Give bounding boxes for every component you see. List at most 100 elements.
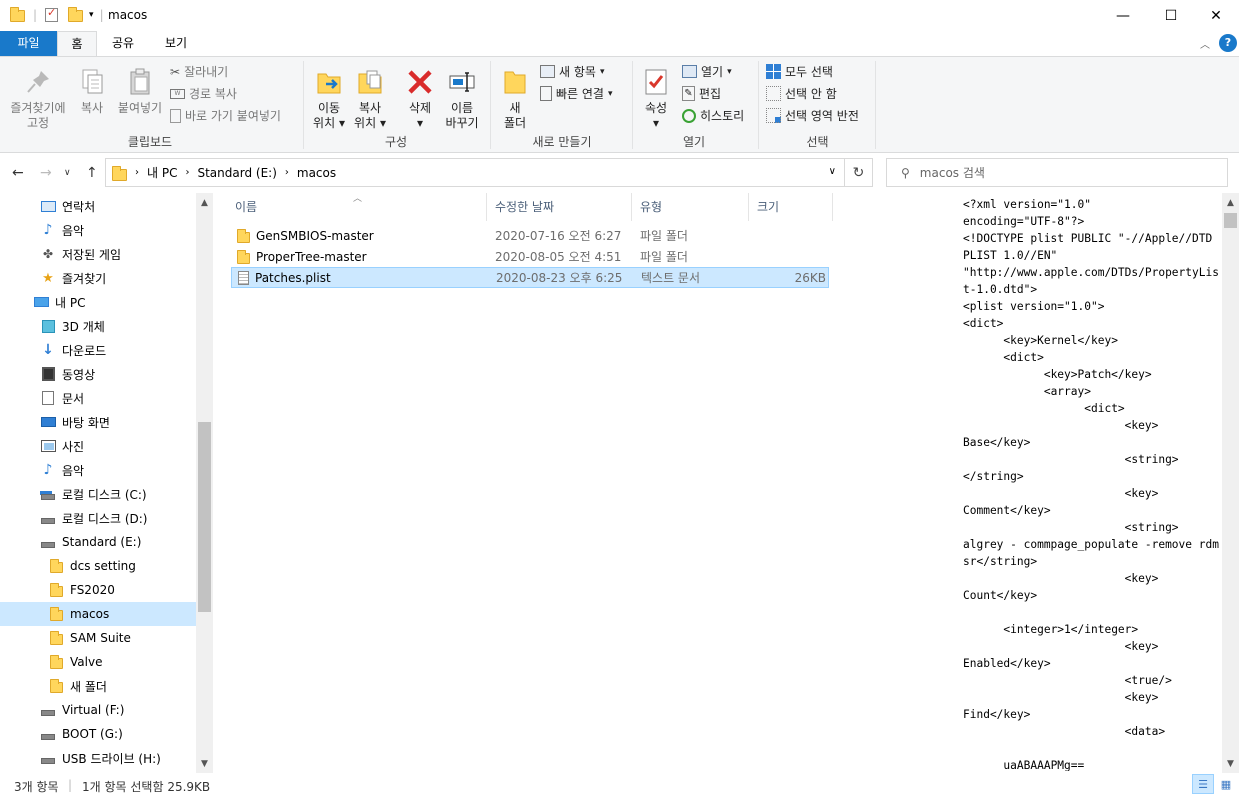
scroll-up-arrow-icon[interactable]: ▲ bbox=[1222, 198, 1239, 208]
nav-item[interactable]: 새 폴더 bbox=[0, 674, 196, 698]
breadcrumb-macos[interactable]: macos bbox=[297, 166, 336, 180]
nav-item[interactable]: dcs setting bbox=[0, 554, 196, 578]
cut-button[interactable]: ✂ 잘라내기 bbox=[170, 63, 228, 80]
tab-view[interactable]: 보기 bbox=[156, 31, 196, 56]
up-arrow-icon[interactable]: ↑ bbox=[86, 165, 98, 181]
search-input[interactable]: ⚲ macos 검색 bbox=[886, 158, 1228, 187]
scrollbar-thumb[interactable] bbox=[1224, 213, 1237, 228]
nav-item[interactable]: 내 PC bbox=[0, 290, 196, 314]
nav-item-label: dcs setting bbox=[70, 559, 136, 573]
nav-item[interactable]: macos bbox=[0, 602, 196, 626]
new-folder-button[interactable]: 새 폴더 bbox=[497, 67, 533, 131]
nav-item[interactable]: 바탕 화면 bbox=[0, 410, 196, 434]
properties-quick-icon[interactable]: ✓ bbox=[45, 6, 59, 22]
close-button[interactable]: ✕ bbox=[1193, 0, 1239, 31]
nav-item[interactable]: ★ 즐겨찾기 bbox=[0, 266, 196, 290]
easy-access-button[interactable]: 빠른 연결 ▾ bbox=[540, 85, 613, 102]
nav-item[interactable]: 사진 bbox=[0, 434, 196, 458]
navigation-scrollbar[interactable]: ▲ ▼ bbox=[196, 193, 213, 773]
file-type: 파일 폴더 bbox=[640, 250, 688, 264]
preview-pane: <?xml version="1.0" encoding="UTF-8"?> <… bbox=[953, 193, 1239, 773]
select-group-title: 선택 bbox=[806, 135, 829, 149]
tab-share[interactable]: 공유 bbox=[103, 31, 143, 56]
tab-home[interactable]: 홈 bbox=[57, 31, 97, 57]
file-row[interactable]: GenSMBIOS-master 2020-07-16 오전 6:27 파일 폴더 bbox=[231, 225, 829, 246]
paste-button[interactable]: 붙여넣기 bbox=[114, 67, 166, 116]
nav-item[interactable]: ✤ 저장된 게임 bbox=[0, 242, 196, 266]
nav-item[interactable]: 3D 개체 bbox=[0, 314, 196, 338]
delete-button[interactable]: 삭제 ▾ bbox=[400, 67, 440, 131]
recent-locations-chevron-icon[interactable]: ∨ bbox=[64, 168, 71, 178]
file-date: 2020-07-16 오전 6:27 bbox=[495, 229, 622, 243]
nav-item[interactable]: 로컬 디스크 (C:) bbox=[0, 482, 196, 506]
copy-to-button[interactable]: 복사 위치 ▾ bbox=[352, 67, 388, 131]
nav-item[interactable]: FS2020 bbox=[0, 578, 196, 602]
breadcrumb-separator: › bbox=[135, 167, 139, 178]
properties-button[interactable]: 속성 ▾ bbox=[638, 67, 674, 131]
file-row[interactable]: ProperTree-master 2020-08-05 오전 4:51 파일 폴더 bbox=[231, 246, 829, 267]
videos-icon bbox=[40, 366, 56, 382]
nav-item[interactable]: Valve bbox=[0, 650, 196, 674]
details-view-icon[interactable]: ☰ bbox=[1192, 774, 1214, 794]
maximize-button[interactable]: ☐ bbox=[1148, 0, 1194, 31]
rename-button[interactable]: 이름 바꾸기 bbox=[442, 67, 482, 131]
nav-item[interactable]: ♪ 음악 bbox=[0, 458, 196, 482]
open-button[interactable]: 열기 ▾ bbox=[682, 63, 732, 80]
column-header-size[interactable]: 크기 bbox=[749, 193, 833, 221]
pin-to-quick-access-button[interactable]: 즐겨찾기에 고정 bbox=[4, 67, 72, 131]
customize-quick-access-icon[interactable]: ▾ bbox=[89, 10, 94, 20]
new-folder-quick-icon[interactable] bbox=[68, 7, 84, 22]
quick-access-toolbar: | ✓ ▾ | bbox=[10, 6, 104, 22]
back-arrow-icon[interactable]: ← bbox=[12, 165, 24, 181]
copy-button[interactable]: 복사 bbox=[74, 67, 110, 116]
help-icon[interactable]: ? bbox=[1219, 34, 1237, 52]
nav-item[interactable]: Virtual (F:) bbox=[0, 698, 196, 722]
scroll-up-arrow-icon[interactable]: ▲ bbox=[196, 198, 213, 208]
nav-item[interactable]: 문서 bbox=[0, 386, 196, 410]
nav-item[interactable]: ♪ 음악 bbox=[0, 218, 196, 242]
nav-item[interactable]: 로컬 디스크 (D:) bbox=[0, 506, 196, 530]
scroll-down-arrow-icon[interactable]: ▼ bbox=[1222, 759, 1239, 769]
minimize-button[interactable]: — bbox=[1100, 0, 1146, 31]
breadcrumb-this-pc[interactable]: 내 PC bbox=[147, 164, 177, 181]
collapse-ribbon-icon[interactable]: ︿ bbox=[1200, 36, 1210, 51]
nav-item[interactable]: SAM Suite bbox=[0, 626, 196, 650]
move-to-button[interactable]: 이동 위치 ▾ bbox=[308, 67, 350, 131]
nav-item[interactable]: ↓ 다운로드 bbox=[0, 338, 196, 362]
copy-path-icon: W bbox=[170, 88, 185, 99]
address-dropdown-chevron-icon[interactable]: ∨ bbox=[829, 166, 836, 177]
nav-item[interactable]: Standard (E:) bbox=[0, 530, 196, 554]
history-button[interactable]: 히스토리 bbox=[682, 107, 744, 124]
invert-selection-button[interactable]: 선택 영역 반전 bbox=[766, 107, 859, 124]
paste-shortcut-button[interactable]: 바로 가기 붙여넣기 bbox=[170, 107, 281, 124]
preview-scrollbar[interactable]: ▲ ▼ bbox=[1222, 193, 1239, 773]
breadcrumb-standard-e[interactable]: Standard (E:) bbox=[197, 166, 276, 180]
pictures-icon bbox=[40, 438, 56, 454]
nav-item[interactable]: USB 드라이브 (H:) bbox=[0, 746, 196, 770]
nav-item[interactable]: 연락처 bbox=[0, 194, 196, 218]
column-header-name[interactable]: 이름 bbox=[227, 193, 487, 221]
select-all-button[interactable]: 모두 선택 bbox=[766, 63, 833, 80]
large-icons-view-icon[interactable]: ▦ bbox=[1215, 774, 1237, 794]
edit-button[interactable]: ✎ 편집 bbox=[682, 85, 721, 102]
tab-file[interactable]: 파일 bbox=[0, 31, 57, 56]
new-item-button[interactable]: 새 항목 ▾ bbox=[540, 63, 604, 80]
nav-item[interactable]: 동영상 bbox=[0, 362, 196, 386]
scroll-down-arrow-icon[interactable]: ▼ bbox=[196, 759, 213, 769]
forward-arrow-icon[interactable]: → bbox=[40, 165, 52, 181]
copy-path-button[interactable]: W 경로 복사 bbox=[170, 85, 237, 102]
column-header-type[interactable]: 유형 bbox=[632, 193, 749, 221]
window-title: macos bbox=[108, 8, 148, 22]
select-none-button[interactable]: 선택 안 함 bbox=[766, 85, 837, 102]
easy-access-icon bbox=[540, 86, 552, 101]
folder-icon bbox=[237, 228, 250, 243]
nav-item[interactable]: BOOT (G:) bbox=[0, 722, 196, 746]
column-header-date[interactable]: 수정한 날짜 bbox=[487, 193, 632, 221]
refresh-icon[interactable]: ↻ bbox=[845, 158, 873, 187]
drive-icon bbox=[40, 534, 56, 550]
scrollbar-thumb[interactable] bbox=[198, 422, 211, 612]
folder-icon bbox=[10, 7, 25, 22]
address-bar[interactable]: › 내 PC › Standard (E:) › macos ∨ bbox=[105, 158, 845, 187]
select-none-icon bbox=[766, 86, 781, 101]
file-row[interactable]: Patches.plist 2020-08-23 오후 6:25 텍스트 문서 26K… bbox=[231, 267, 829, 288]
